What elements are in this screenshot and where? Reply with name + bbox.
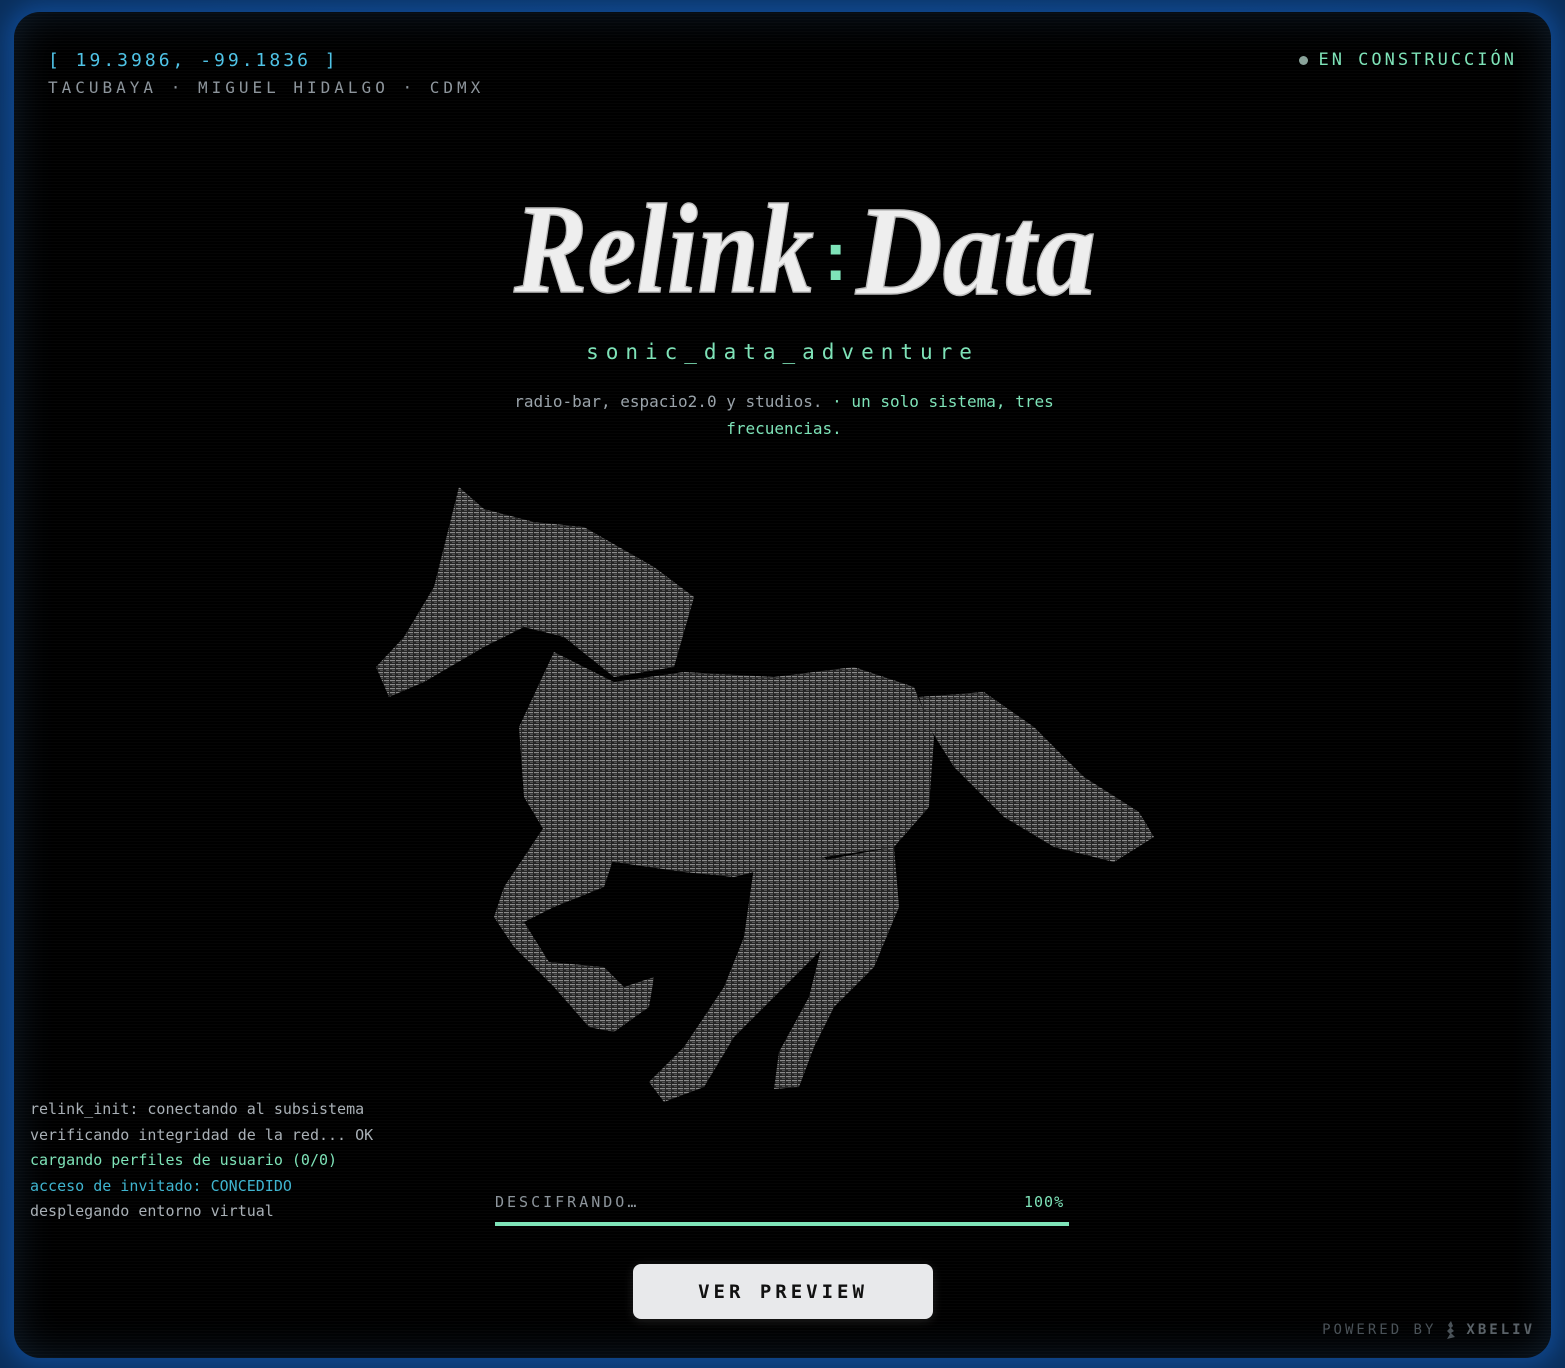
coordinates: [ 19.3986, -99.1836 ] [48, 50, 339, 71]
ver-preview-button[interactable]: VER PREVIEW [633, 1264, 933, 1319]
powered-by: POWERED BY XBELIV [1322, 1320, 1535, 1340]
powered-by-label: POWERED BY [1322, 1322, 1437, 1338]
status-text: EN CONSTRUCCIÓN [1318, 50, 1517, 70]
site-logo: Relink : Data [512, 177, 1096, 312]
console-line: relink_init: conectando al subsistema [30, 1100, 365, 1118]
console-line: cargando perfiles de usuario (0/0) [30, 1151, 338, 1169]
logo-separator: : [824, 217, 847, 295]
logo-data: Data [855, 180, 1096, 312]
xbeliv-logo-icon [1447, 1321, 1456, 1339]
console-line: verificando integridad de la red... OK [30, 1125, 374, 1144]
location-label: TACUBAYA · MIGUEL HIDALGO · CDMX [48, 78, 485, 97]
brand-name[interactable]: XBELIV [1466, 1322, 1535, 1338]
description-plain: radio-bar, espacio2.0 y studios. [514, 392, 823, 411]
tagline: sonic_data_adventure [586, 340, 979, 364]
page-frame: [ 19.3986, -99.1836 ] TACUBAYA · MIGUEL … [14, 12, 1551, 1358]
progress-bar [495, 1222, 1069, 1226]
console-line: desplegando entorno virtual [30, 1202, 274, 1220]
status-dot-icon [1299, 55, 1309, 65]
progress-percent: 100% [1024, 1193, 1065, 1211]
boot-console: relink_init: conectando al subsistema ve… [30, 1097, 373, 1225]
progress-label: DESCIFRANDO… [495, 1193, 640, 1211]
progress-fill [495, 1222, 1069, 1226]
logo-relink: Relink [513, 178, 814, 312]
console-line: acceso de invitado: CONCEDIDO [30, 1176, 292, 1195]
construction-status: EN CONSTRUCCIÓN [1299, 50, 1517, 70]
horse-illustration [376, 487, 1154, 1102]
description: radio-bar, espacio2.0 y studios. · un so… [494, 388, 1074, 442]
